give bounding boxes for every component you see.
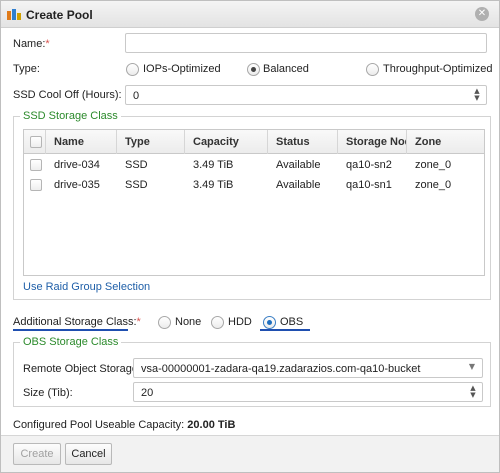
cell-name: drive-034 [54, 159, 100, 171]
title-bar: Create Pool ✕ [1, 1, 499, 28]
cell-status: Available [276, 159, 321, 171]
type-radio-iops[interactable] [126, 63, 139, 76]
additional-radio-none[interactable] [158, 316, 171, 329]
col-header-zone[interactable]: Zone [407, 130, 484, 154]
type-option-throughput-label: Throughput-Optimized [383, 63, 493, 75]
grid-header: Name Type Capacity Status Storage Node Z… [24, 130, 484, 154]
size-spinner[interactable]: 20 ▲ ▼ [133, 382, 483, 402]
ssd-cooloff-label: SSD Cool Off (Hours): [13, 89, 122, 101]
type-label: Type: [13, 63, 40, 75]
cancel-button[interactable]: Cancel [65, 443, 112, 465]
cell-capacity: 3.49 TiB [193, 179, 234, 191]
ssd-drives-grid: Name Type Capacity Status Storage Node Z… [23, 129, 485, 276]
remote-object-storage-label: Remote Object Storage: [23, 363, 142, 375]
close-icon[interactable]: ✕ [475, 7, 489, 21]
row-checkbox[interactable] [30, 179, 42, 191]
cell-storage-node: qa10-sn2 [346, 159, 392, 171]
row-checkbox[interactable] [30, 159, 42, 171]
additional-option-obs-label: OBS [280, 316, 304, 328]
table-row[interactable]: drive-034 SSD 3.49 TiB Available qa10-sn… [24, 155, 484, 175]
ssd-storage-legend: SSD Storage Class [20, 110, 121, 122]
type-radio-throughput[interactable] [366, 63, 379, 76]
dialog-title: Create Pool [26, 8, 93, 22]
pool-capacity-summary: Configured Pool Useable Capacity: 20.00 … [13, 419, 236, 431]
cell-name: drive-035 [54, 179, 100, 191]
ssd-cooloff-spinner[interactable]: 0 ▲ ▼ [125, 85, 487, 105]
cell-storage-node: qa10-sn1 [346, 179, 392, 191]
col-header-capacity[interactable]: Capacity [185, 130, 268, 154]
col-header-storage-node[interactable]: Storage Node [338, 130, 407, 154]
chevron-down-icon[interactable]: ▼ [469, 362, 475, 371]
type-option-balanced-label: Balanced [263, 63, 309, 75]
cell-status: Available [276, 179, 321, 191]
use-raid-group-link[interactable]: Use Raid Group Selection [23, 281, 150, 293]
additional-option-none-label: None [175, 316, 202, 328]
col-header-type[interactable]: Type [117, 130, 185, 154]
remote-object-storage-select[interactable]: vsa-00000001-zadara-qa19.zadarazios.com-… [133, 358, 483, 378]
obs-selected-underline [260, 329, 310, 331]
size-label: Size (Tib): [23, 387, 73, 399]
pool-capacity-value: 20.00 TiB [187, 419, 236, 431]
obs-storage-legend: OBS Storage Class [20, 336, 122, 348]
type-option-iops-label: IOPs-Optimized [143, 63, 221, 75]
cell-zone: zone_0 [415, 159, 452, 171]
cell-type: SSD [125, 179, 148, 191]
cell-zone: zone_0 [415, 179, 452, 191]
additional-storage-label: Additional Storage Class:* [13, 316, 141, 328]
type-radio-balanced[interactable] [247, 63, 260, 76]
dialog-footer: Create Cancel [1, 435, 499, 472]
col-header-name[interactable]: Name [46, 130, 117, 154]
create-pool-dialog: Create Pool ✕ Name:* Type: IOPs-Optimize… [0, 0, 500, 473]
grid-header-checkbox-cell [24, 130, 46, 154]
cell-capacity: 3.49 TiB [193, 159, 234, 171]
pool-icon [7, 9, 21, 20]
spinner-arrows-icon[interactable]: ▲ ▼ [473, 88, 481, 102]
additional-storage-underline [13, 329, 128, 331]
table-row[interactable]: drive-035 SSD 3.49 TiB Available qa10-sn… [24, 175, 484, 195]
spinner-arrows-icon[interactable]: ▲ ▼ [469, 385, 477, 399]
additional-radio-obs[interactable] [263, 316, 276, 329]
cell-type: SSD [125, 159, 148, 171]
name-label: Name:* [13, 38, 50, 50]
additional-option-hdd-label: HDD [228, 316, 252, 328]
col-header-status[interactable]: Status [268, 130, 338, 154]
create-button[interactable]: Create [13, 443, 61, 465]
additional-radio-hdd[interactable] [211, 316, 224, 329]
name-input[interactable] [125, 33, 487, 53]
